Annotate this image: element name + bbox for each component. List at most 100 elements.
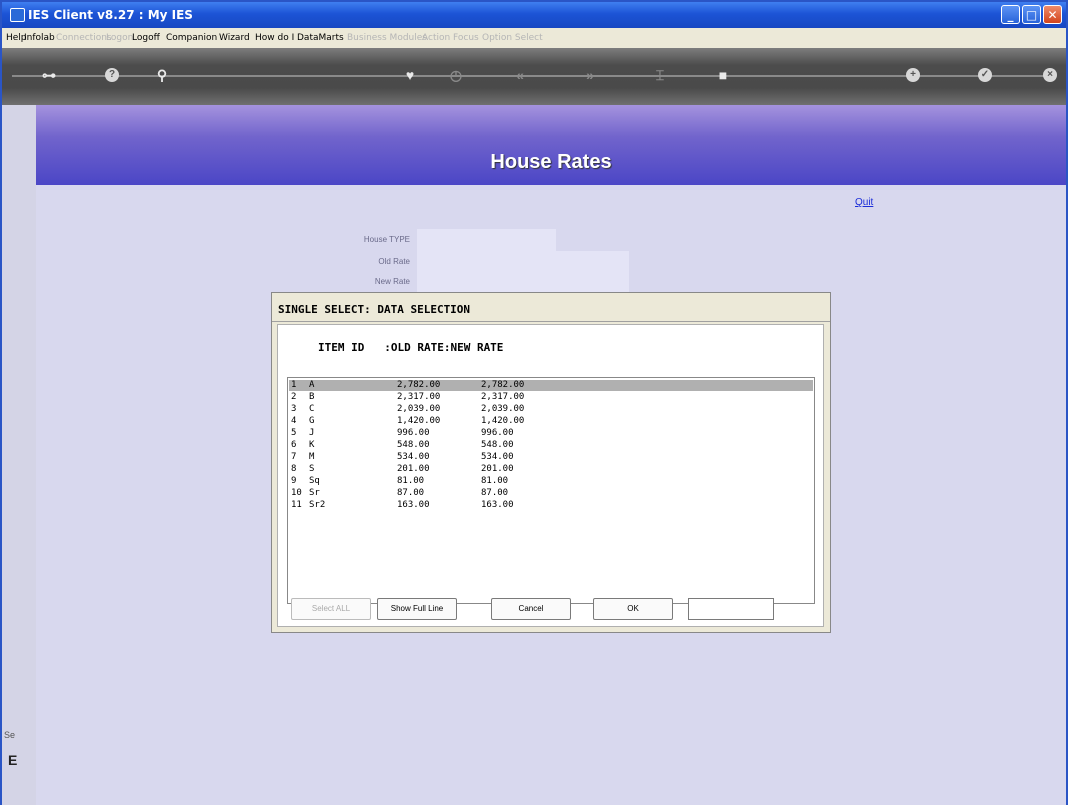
cursor-icon[interactable]: ⌶ [650,67,670,83]
row-n: 4 [291,416,297,426]
menu-bar: Help Infolab Connections Logon Logoff Co… [2,28,1066,48]
heart-icon[interactable]: ♥ [400,67,420,83]
row-id: M [309,452,315,462]
row-n: 10 [291,488,302,498]
row-new: 2,782.00 [481,380,525,390]
new-rate-label: New Rate [374,277,410,286]
clock-icon[interactable]: ◷ [446,67,466,83]
row-old: 996.00 [397,428,430,438]
forward-icon[interactable]: » [580,67,600,83]
list-row[interactable]: 2 B 2,317.00 2,317.00 [289,392,813,403]
row-new: 534.00 [481,452,514,462]
row-n: 2 [291,392,297,402]
row-n: 7 [291,452,297,462]
menu-how-do-i[interactable]: How do I [255,33,294,43]
select-all-button: Select ALL [291,598,371,620]
row-old: 2,782.00 [397,380,441,390]
toolbar: ⊶ ? ⚲ ♥ ◷ « » ⌶ ■ + ✓ × [2,48,1066,105]
side-icon-fragment: E [8,752,18,768]
row-id: S [309,464,315,474]
show-full-line-button[interactable]: Show Full Line [377,598,457,620]
minimize-button[interactable]: _ [1001,5,1020,24]
cancel-button[interactable]: Cancel [491,598,571,620]
row-old: 2,317.00 [397,392,441,402]
row-new: 163.00 [481,500,514,510]
row-id: B [309,392,315,402]
list-row[interactable]: 9 Sq 81.00 81.00 [289,476,813,487]
menu-wizard[interactable]: Wizard [219,33,250,43]
row-new: 87.00 [481,488,509,498]
left-strip [2,105,36,805]
row-id: K [309,440,315,450]
list-row[interactable]: 6 K 548.00 548.00 [289,440,813,451]
stop-icon[interactable]: ■ [713,67,733,83]
menu-companion[interactable]: Companion [166,33,217,43]
menu-connections: Connections [56,33,112,43]
dialog-body: ITEM ID :OLD RATE:NEW RATE 1 A 2,782.00 2,7… [277,324,824,627]
side-label-fragment: Se [4,730,16,740]
menu-business-modules: Business Modules [347,33,427,43]
list-row[interactable]: 1 A 2,782.00 2,782.00 [289,380,813,391]
close-window-button[interactable]: ✕ [1043,5,1062,24]
row-n: 11 [291,500,302,510]
app-icon [10,8,25,22]
window-title: IES Client v8.27 : My IES [28,8,193,22]
quit-link[interactable]: Quit [855,197,873,208]
row-id: A [309,380,315,390]
list-row[interactable]: 7 M 534.00 534.00 [289,452,813,463]
ok-button[interactable]: OK [593,598,673,620]
menu-logoff[interactable]: Logoff [132,33,160,43]
help-icon[interactable]: ? [105,68,119,82]
list-row[interactable]: 4 G 1,420.00 1,420.00 [289,416,813,427]
list-row[interactable]: 8 S 201.00 201.00 [289,464,813,475]
column-header: ITEM ID :OLD RATE:NEW RATE [318,341,504,354]
row-n: 5 [291,428,297,438]
page-title: House Rates [490,151,612,173]
search-icon[interactable]: ⚲ [152,67,172,83]
search-input[interactable] [688,598,774,620]
row-id: Sr2 [309,500,326,510]
ok-icon[interactable]: ✓ [978,68,992,82]
row-n: 1 [291,380,297,390]
row-old: 87.00 [397,488,425,498]
rewind-icon[interactable]: « [510,67,530,83]
row-id: C [309,404,315,414]
row-id: G [309,416,315,426]
title-bar[interactable]: IES Client v8.27 : My IES _ □ ✕ [2,2,1066,28]
maximize-button[interactable]: □ [1022,5,1041,24]
add-icon[interactable]: + [906,68,920,82]
new-rate-field[interactable] [417,272,629,292]
menu-datamarts[interactable]: DataMarts [297,33,344,43]
row-old: 534.00 [397,452,430,462]
dialog-title: SINGLE SELECT: DATA SELECTION [278,303,471,316]
key-icon[interactable]: ⊶ [36,67,62,83]
house-type-field[interactable] [417,229,556,251]
row-old: 1,420.00 [397,416,441,426]
menu-infolab[interactable]: Infolab [24,33,55,43]
row-old: 2,039.00 [397,404,441,414]
list-row[interactable]: 10 Sr 87.00 87.00 [289,488,813,499]
row-old: 81.00 [397,476,425,486]
row-n: 8 [291,464,297,474]
close-icon[interactable]: × [1043,68,1057,82]
dialog-title-bar[interactable]: SINGLE SELECT: DATA SELECTION [272,293,830,322]
row-old: 163.00 [397,500,430,510]
old-rate-label: Old Rate [378,257,410,266]
list-row[interactable]: 11 Sr2 163.00 163.00 [289,500,813,511]
row-new: 201.00 [481,464,514,474]
list-row[interactable]: 3 C 2,039.00 2,039.00 [289,404,813,415]
row-new: 548.00 [481,440,514,450]
old-rate-field[interactable] [417,251,629,273]
menu-option-select: Option Select [482,33,543,43]
row-new: 2,317.00 [481,392,525,402]
row-new: 1,420.00 [481,416,525,426]
list-row[interactable]: 5 J 996.00 996.00 [289,428,813,439]
row-new: 996.00 [481,428,514,438]
row-n: 6 [291,440,297,450]
selection-list[interactable]: 1 A 2,782.00 2,782.00 2 B 2,317.00 2,317.00 3 C 2,… [287,377,815,604]
row-id: J [309,428,315,438]
row-old: 548.00 [397,440,430,450]
row-new: 2,039.00 [481,404,525,414]
row-n: 9 [291,476,297,486]
data-selection-dialog: SINGLE SELECT: DATA SELECTION ITEM ID :O… [271,292,831,633]
